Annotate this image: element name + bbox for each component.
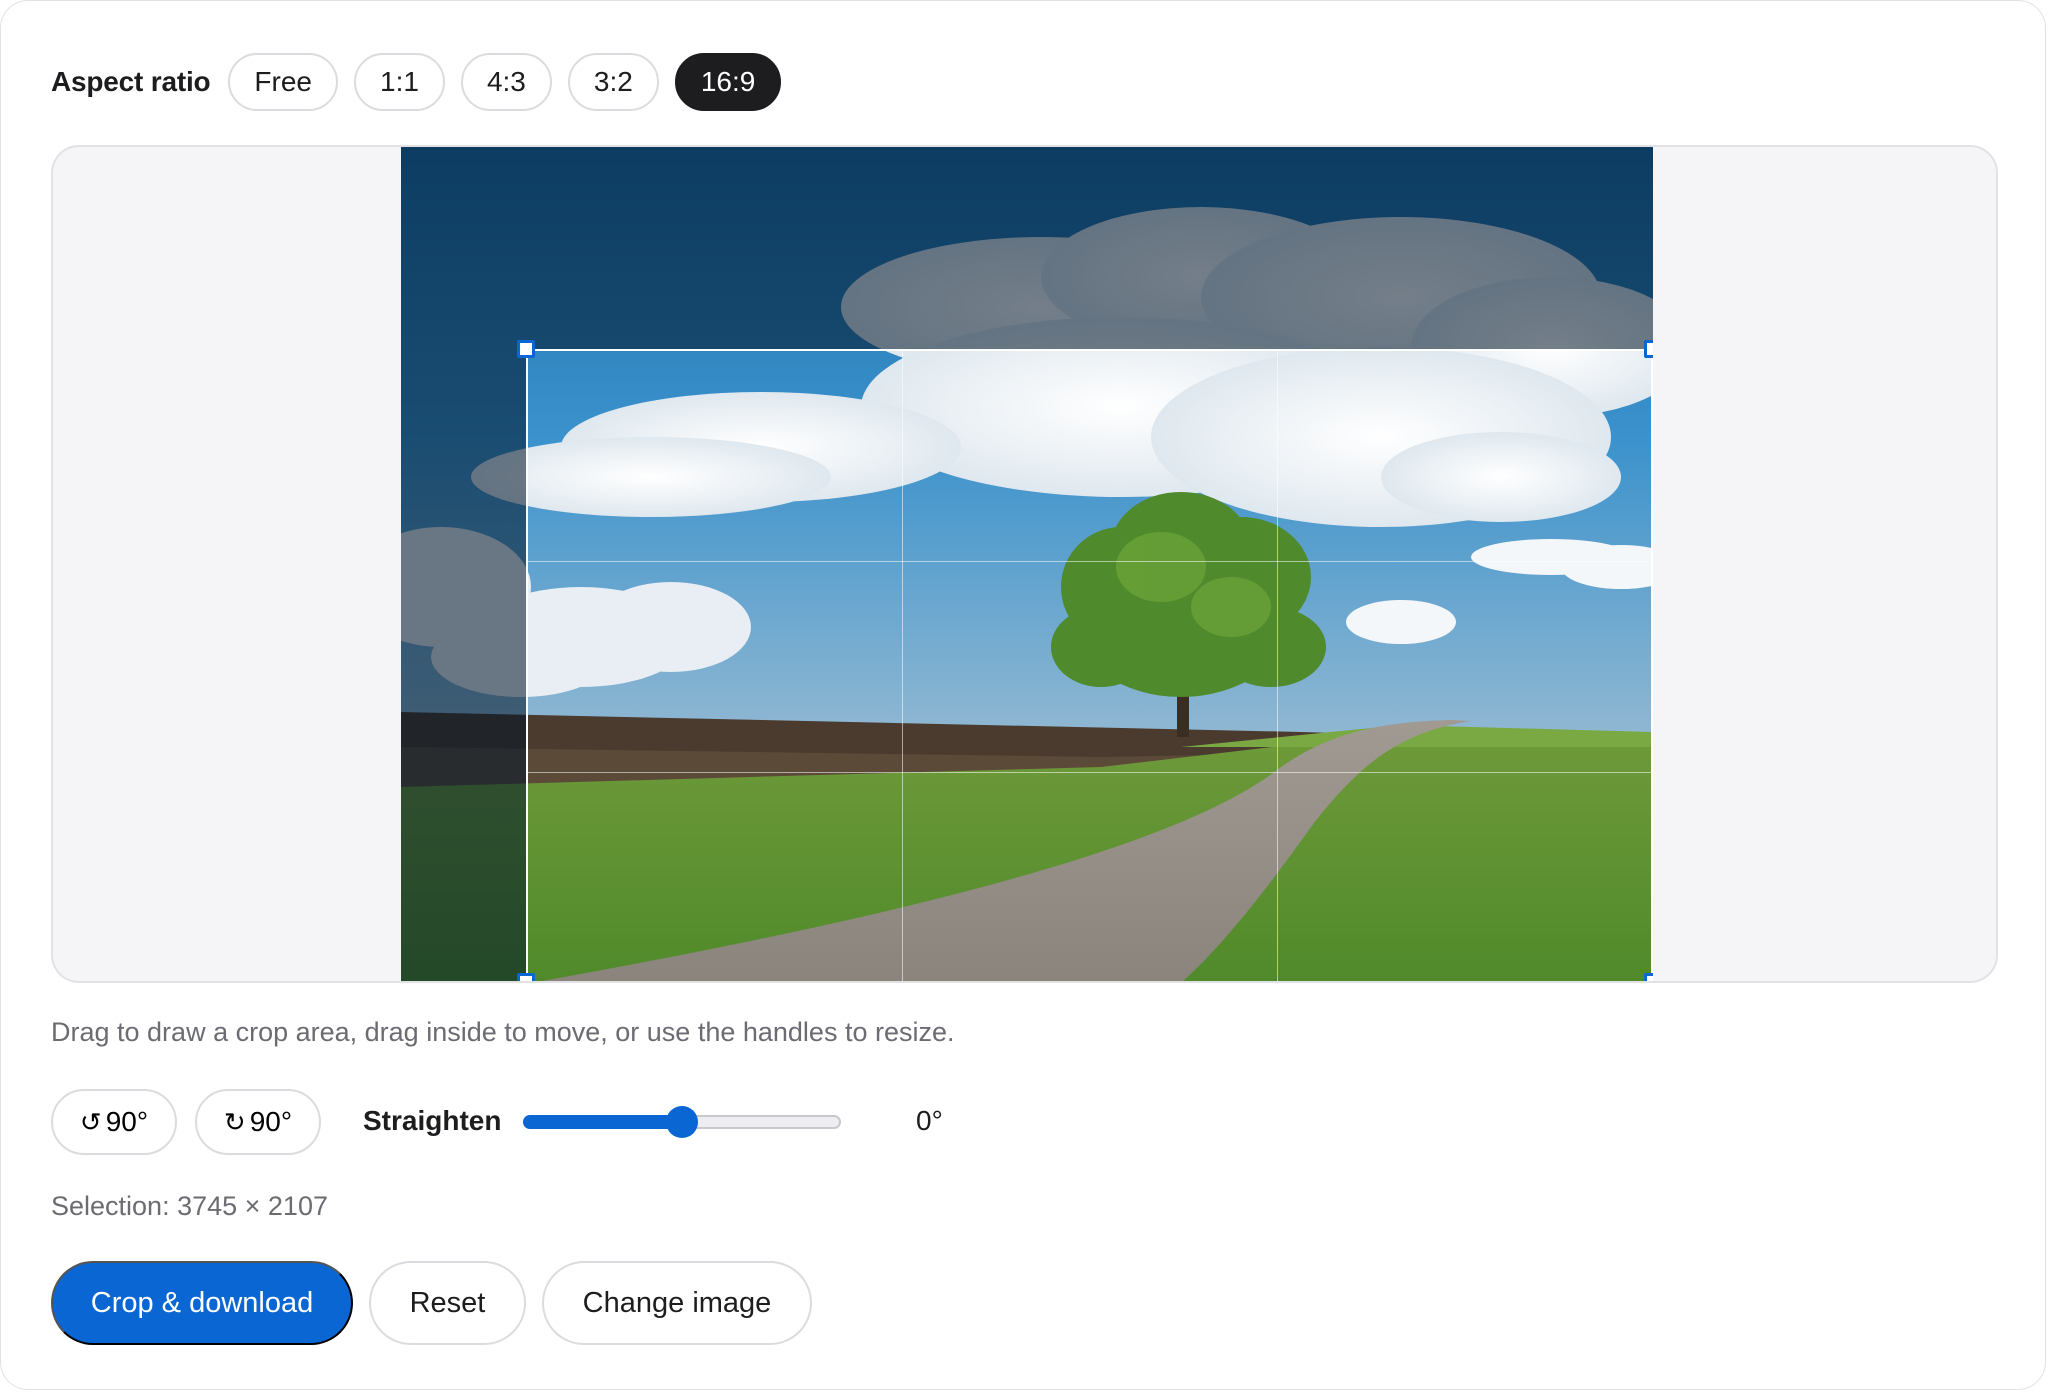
- crop-tool-panel: Aspect ratio Free 1:1 4:3 3:2 16:9 Drag …: [0, 0, 2046, 1390]
- crop-canvas[interactable]: [51, 145, 1998, 983]
- landscape-photo[interactable]: [401, 147, 1653, 981]
- ratio-3-2-button[interactable]: 3:2: [567, 53, 659, 111]
- selection-size: Selection: 3745 × 2107: [51, 1191, 328, 1221]
- straighten-slider[interactable]: [523, 1106, 843, 1138]
- crop-download-button[interactable]: Crop & download: [51, 1261, 353, 1345]
- rotate-right-label: 90°: [249, 1106, 293, 1137]
- ratio-free-button[interactable]: Free: [228, 53, 338, 111]
- rotate-cw-icon: ↻: [223, 1106, 246, 1137]
- grid-line-v2: [1277, 351, 1278, 981]
- slider-fill: [523, 1115, 682, 1129]
- crop-hint-text: Drag to draw a crop area, drag inside to…: [51, 1017, 955, 1047]
- ratio-4-3-button[interactable]: 4:3: [460, 53, 552, 111]
- rotate-ccw-icon: ↺: [79, 1106, 102, 1137]
- straighten-label: Straighten: [363, 1105, 502, 1136]
- grid-line-h1: [528, 561, 1651, 562]
- straighten-value: 0°: [916, 1105, 943, 1136]
- crop-handle-bottom-left[interactable]: [517, 973, 535, 981]
- reset-button[interactable]: Reset: [369, 1261, 526, 1345]
- rotate-left-label: 90°: [105, 1106, 149, 1137]
- aspect-ratio-label: Aspect ratio: [51, 66, 211, 97]
- change-image-button[interactable]: Change image: [542, 1261, 812, 1345]
- aspect-ratio-row: Aspect ratio Free 1:1 4:3 3:2 16:9: [51, 53, 797, 111]
- crop-handle-bottom-right[interactable]: [1644, 973, 1653, 981]
- crop-selection[interactable]: [526, 349, 1653, 981]
- rotate-left-button[interactable]: ↺ 90°: [51, 1089, 177, 1155]
- slider-thumb[interactable]: [666, 1106, 698, 1138]
- ratio-1-1-button[interactable]: 1:1: [354, 53, 445, 111]
- grid-line-h2: [528, 772, 1651, 773]
- crop-handle-top-left[interactable]: [517, 340, 535, 358]
- grid-line-v1: [902, 351, 903, 981]
- rotate-right-button[interactable]: ↻ 90°: [195, 1089, 321, 1155]
- crop-handle-top-right[interactable]: [1644, 340, 1653, 358]
- ratio-16-9-button[interactable]: 16:9: [674, 53, 782, 111]
